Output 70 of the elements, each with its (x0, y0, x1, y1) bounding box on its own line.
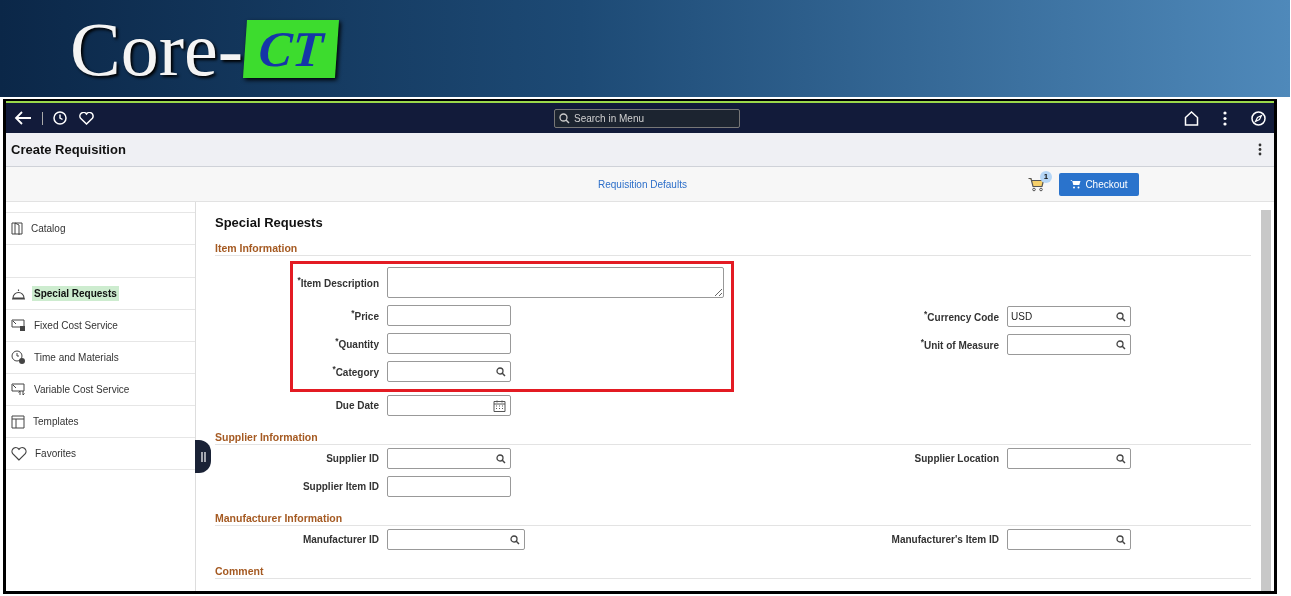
heart-icon[interactable] (79, 111, 94, 125)
page-title: Create Requisition (11, 142, 126, 157)
sidebar-item[interactable]: Catalog (6, 212, 195, 245)
sidebar-item[interactable]: Special Requests (6, 277, 195, 309)
field-label: Manufacturer's Item ID (890, 534, 999, 545)
search-icon[interactable] (510, 534, 520, 545)
search-icon[interactable] (496, 366, 506, 377)
sidebar-item[interactable]: Variable Cost Service (6, 373, 195, 405)
collapse-handle[interactable] (195, 440, 211, 473)
search-field[interactable]: Search in Menu (554, 108, 740, 128)
checkout-button[interactable]: Checkout (1059, 172, 1139, 196)
field-label: $^{*}$Category (331, 364, 379, 379)
compass-icon[interactable] (1251, 110, 1266, 126)
clock-icon[interactable] (53, 111, 67, 125)
more-icon[interactable] (1223, 110, 1227, 126)
group-title: Supplier Information (215, 431, 1251, 445)
input-field[interactable] (1007, 529, 1131, 550)
sidebar-item[interactable]: Favorites (6, 437, 195, 470)
screen-lock-icon (11, 319, 26, 332)
input-field[interactable] (387, 448, 511, 469)
input-field[interactable] (387, 267, 724, 298)
screen-arrows-icon (11, 383, 26, 396)
input-field[interactable]: USD (1007, 306, 1131, 327)
input-field[interactable] (387, 305, 511, 326)
field-label: Manufacturer ID (301, 534, 379, 545)
sidebar-item[interactable]: Templates (6, 405, 195, 437)
home-icon[interactable] (1184, 110, 1199, 126)
requisition-defaults-link[interactable]: Requisition Defaults (598, 178, 687, 190)
group-title: Comment (215, 565, 1251, 579)
logo-text: Core- (70, 10, 244, 87)
field-label: $^{*}$Price (350, 308, 379, 323)
template-icon (11, 414, 25, 429)
back-icon[interactable] (14, 111, 32, 125)
input-field[interactable] (387, 361, 511, 382)
search-icon[interactable] (1116, 453, 1126, 464)
search-icon[interactable] (496, 453, 506, 464)
logo-mark: CT (243, 19, 339, 78)
heart-icon (11, 446, 27, 461)
input-field[interactable] (387, 395, 511, 416)
group-title: Item Information (215, 242, 1251, 256)
clock-gear-icon (11, 350, 26, 365)
sidebar-item[interactable]: Time and Materials (6, 341, 195, 373)
more-icon[interactable] (1258, 143, 1262, 156)
field-label: $^{*}$Item Description (296, 275, 379, 290)
section-heading: Special Requests (215, 215, 324, 230)
field-label: Supplier ID (325, 453, 379, 464)
field-label: $^{*}$Unit of Measure (919, 337, 999, 352)
field-label: $^{*}$Currency Code (923, 309, 999, 324)
input-field[interactable] (1007, 448, 1131, 469)
input-field[interactable] (387, 476, 511, 497)
input-field[interactable] (1007, 334, 1131, 355)
cart-icon (1070, 179, 1082, 189)
cart-count-badge: 1 (1040, 170, 1052, 183)
scrollbar[interactable] (1261, 210, 1271, 591)
field-label: Due Date (334, 400, 379, 411)
field-label: Supplier Location (913, 453, 999, 464)
field-label: $^{*}$Quantity (334, 336, 379, 351)
search-icon[interactable] (1116, 534, 1126, 545)
sidebar-item[interactable]: Fixed Cost Service (6, 309, 195, 341)
input-field[interactable] (387, 333, 511, 354)
search-icon[interactable] (1116, 311, 1126, 322)
field-label: Supplier Item ID (301, 481, 379, 492)
group-title: Manufacturer Information (215, 512, 1251, 526)
cart-icon[interactable] (1028, 176, 1045, 192)
calendar-icon[interactable] (493, 399, 506, 412)
search-icon (559, 112, 570, 124)
input-field[interactable] (387, 529, 525, 550)
bell-icon (11, 287, 26, 300)
search-icon[interactable] (1116, 339, 1126, 350)
book-icon (11, 222, 23, 235)
